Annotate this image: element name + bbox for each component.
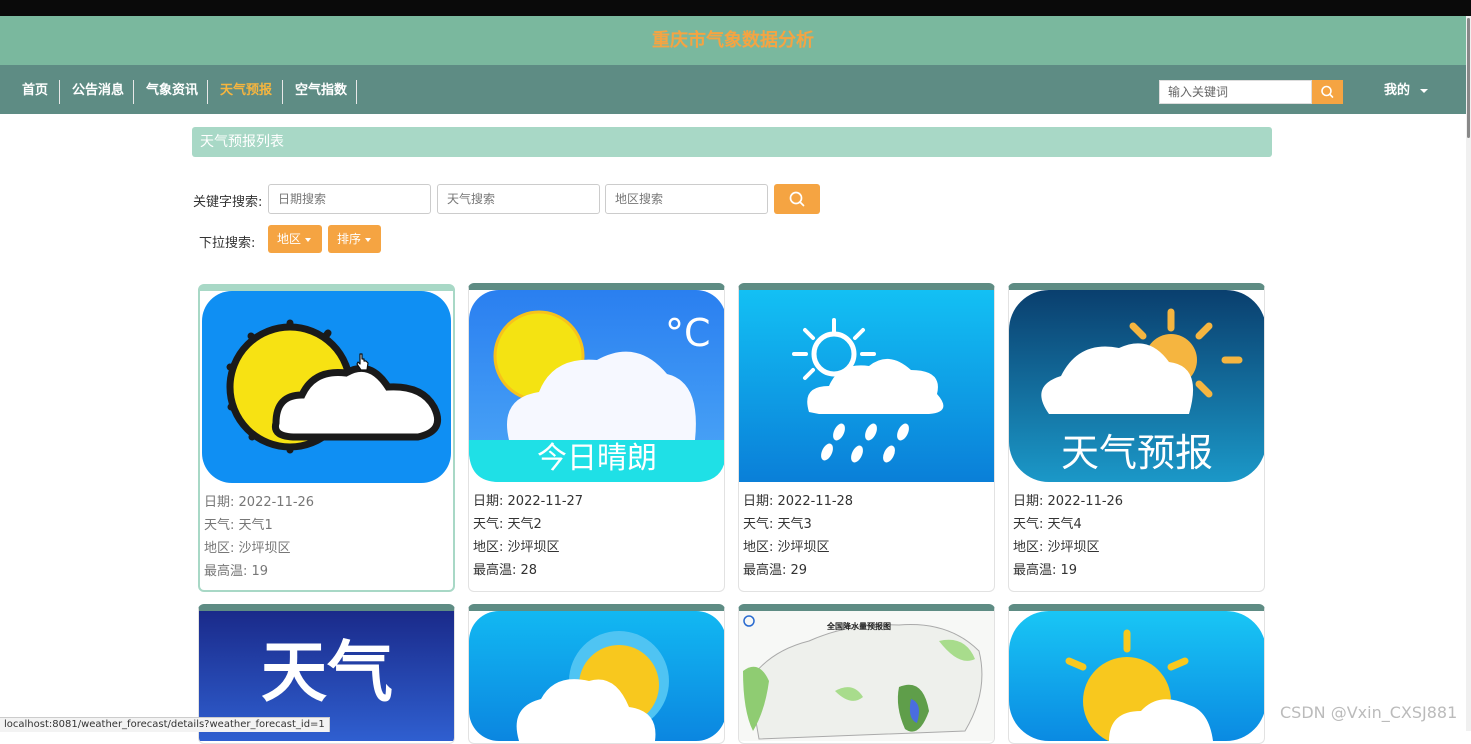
card-weather: 天气: 天气2 [473, 517, 542, 532]
nav-item-news[interactable]: 气象资讯 [146, 65, 198, 114]
section-title: 天气预报列表 [192, 127, 1272, 157]
caret-down-icon [305, 237, 312, 242]
card-info: 日期: 2022-11-26 天气: 天气1 地区: 沙坪坝区 最高温: 19 [200, 483, 453, 583]
forecast-card[interactable]: 天气预报 日期: 2022-11-26 天气: 天气4 地区: 沙坪坝区 最高温… [1008, 283, 1265, 592]
user-menu[interactable]: 我的 [1384, 65, 1429, 114]
card-info: 日期: 2022-11-27 天气: 天气2 地区: 沙坪坝区 最高温: 28 [469, 482, 724, 582]
forecast-app-icon: 天气预报 [1009, 290, 1264, 482]
svg-text:全国降水量预报图: 全国降水量预报图 [826, 621, 891, 631]
user-menu-label: 我的 [1384, 83, 1411, 98]
caret-down-icon [365, 237, 372, 242]
nav-divider [59, 80, 60, 104]
svg-text:天气: 天气 [261, 634, 393, 711]
keyword-search-label: 关键字搜索: [193, 195, 263, 210]
mouse-cursor-icon [356, 353, 369, 371]
sun-cloud-icon [1009, 611, 1264, 741]
sun-cloud-icon [469, 611, 724, 741]
weather-thumbnail[interactable]: 天气预报 [1009, 290, 1264, 482]
region-dropdown-label: 地区 [277, 232, 302, 246]
forecast-card[interactable]: 日期: 2022-11-28 天气: 天气3 地区: 沙坪坝区 最高温: 29 [738, 283, 995, 592]
card-info: 日期: 2022-11-26 天气: 天气4 地区: 沙坪坝区 最高温: 19 [1009, 482, 1264, 582]
card-weather: 天气: 天气3 [743, 517, 812, 532]
svg-text:今日晴朗: 今日晴朗 [537, 441, 657, 476]
svg-text:天气预报: 天气预报 [1061, 431, 1213, 475]
card-region: 地区: 沙坪坝区 [204, 541, 291, 556]
card-date: 日期: 2022-11-26 [1013, 494, 1124, 509]
scrollbar-thumb[interactable] [1467, 18, 1470, 138]
nav-divider [282, 80, 283, 104]
card-region: 地区: 沙坪坝区 [1013, 540, 1100, 555]
caret-down-icon [1420, 88, 1429, 93]
nav-search-input[interactable] [1159, 80, 1312, 104]
weather-thumbnail[interactable] [1009, 611, 1264, 741]
site-title: 重庆市气象数据分析 [0, 16, 1466, 65]
card-info: 日期: 2022-11-28 天气: 天气3 地区: 沙坪坝区 最高温: 29 [739, 482, 994, 582]
date-search-input[interactable] [268, 184, 431, 214]
forecast-card[interactable]: 全国降水量预报图 [738, 604, 995, 744]
card-weather: 天气: 天气1 [204, 518, 273, 533]
weather-thumbnail[interactable]: °C 今日晴朗 [469, 290, 724, 482]
search-icon [789, 191, 805, 207]
svg-text:°C: °C [665, 311, 711, 355]
sun-rain-icon [739, 290, 994, 482]
nav-divider [207, 80, 208, 104]
dropdown-search-label: 下拉搜索: [199, 236, 256, 251]
forecast-card[interactable]: °C 今日晴朗 日期: 2022-11-27 天气: 天气2 地区: 沙坪坝区 … [468, 283, 725, 592]
card-date: 日期: 2022-11-26 [204, 495, 315, 510]
card-max-temp: 最高温: 28 [473, 563, 538, 578]
card-region: 地区: 沙坪坝区 [473, 540, 560, 555]
card-max-temp: 最高温: 19 [1013, 563, 1078, 578]
main-nav: 首页 公告消息 气象资讯 天气预报 空气指数 我的 [0, 65, 1466, 114]
nav-item-notices[interactable]: 公告消息 [72, 65, 124, 114]
sort-dropdown[interactable]: 排序 [328, 225, 381, 253]
region-search-input[interactable] [605, 184, 768, 214]
browser-status-url: localhost:8081/weather_forecast/details?… [0, 717, 330, 732]
weather-thumbnail[interactable] [469, 611, 724, 741]
weather-search-input[interactable] [437, 184, 600, 214]
search-button[interactable] [774, 184, 820, 214]
precipitation-map-icon: 全国降水量预报图 [739, 611, 994, 741]
card-date: 日期: 2022-11-28 [743, 494, 854, 509]
watermark: CSDN @Vxin_CXSJ881 [1280, 703, 1458, 722]
nav-item-home[interactable]: 首页 [22, 65, 48, 114]
forecast-card[interactable] [468, 604, 725, 744]
forecast-card[interactable]: 日期: 2022-11-26 天气: 天气1 地区: 沙坪坝区 最高温: 19 [198, 284, 455, 592]
nav-item-air-index[interactable]: 空气指数 [295, 65, 347, 114]
sort-dropdown-label: 排序 [337, 232, 362, 246]
nav-search-button[interactable] [1312, 80, 1343, 104]
card-region: 地区: 沙坪坝区 [743, 540, 830, 555]
card-weather: 天气: 天气4 [1013, 517, 1082, 532]
sun-cloud-icon [202, 291, 451, 483]
weather-thumbnail[interactable]: 全国降水量预报图 [739, 611, 994, 741]
sunny-today-icon: °C 今日晴朗 [469, 290, 724, 482]
card-max-temp: 最高温: 29 [743, 563, 808, 578]
nav-divider [356, 80, 357, 104]
region-dropdown[interactable]: 地区 [268, 225, 322, 253]
forecast-card[interactable] [1008, 604, 1265, 744]
search-icon [1321, 85, 1334, 98]
card-max-temp: 最高温: 19 [204, 564, 269, 579]
card-date: 日期: 2022-11-27 [473, 494, 584, 509]
browser-top-bar [0, 0, 1471, 16]
nav-divider [133, 80, 134, 104]
weather-thumbnail[interactable] [739, 290, 994, 482]
weather-thumbnail[interactable] [200, 291, 453, 483]
nav-item-forecast[interactable]: 天气预报 [220, 65, 272, 114]
